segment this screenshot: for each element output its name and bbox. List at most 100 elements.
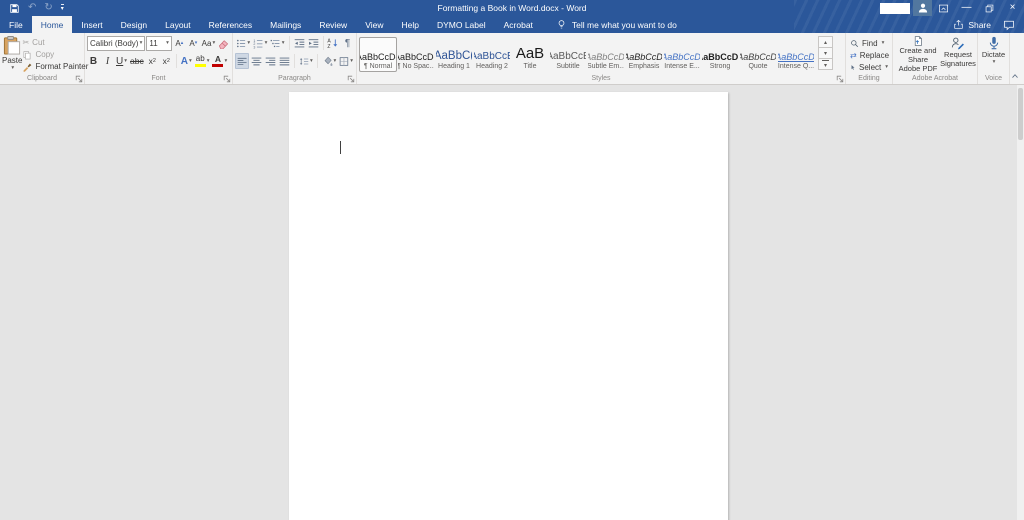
style-name: Heading 1	[438, 63, 470, 70]
paste-label: Paste	[2, 56, 22, 65]
text-effects-button[interactable]: A▾	[180, 53, 193, 69]
align-center-button[interactable]	[250, 53, 263, 69]
multilevel-list-button[interactable]: ▾	[269, 35, 285, 51]
italic-button[interactable]: I	[101, 53, 114, 69]
style-no-spacing[interactable]: AaBbCcDc¶ No Spac...	[397, 37, 435, 72]
line-spacing-button[interactable]: ▾	[298, 53, 314, 69]
tab-view[interactable]: View	[356, 16, 392, 33]
paragraph-dialog-launcher[interactable]	[347, 75, 355, 83]
styles-dialog-launcher[interactable]	[836, 75, 844, 83]
paste-button[interactable]: Paste ▾	[2, 34, 22, 72]
request-signatures-button[interactable]: Request Signatures	[941, 34, 975, 73]
clipboard-dialog-launcher[interactable]	[75, 75, 83, 83]
styles-gallery-more-button[interactable]: ▾	[818, 58, 833, 70]
style-name: Subtitle	[556, 63, 579, 70]
tab-design[interactable]: Design	[112, 16, 156, 33]
undo-icon[interactable]: ↶	[28, 3, 36, 13]
tab-acrobat[interactable]: Acrobat	[495, 16, 542, 33]
copy-label: Copy	[35, 50, 54, 59]
replace-button[interactable]: ⇄ Replace	[850, 49, 888, 61]
tab-help[interactable]: Help	[392, 16, 427, 33]
signin-name-box[interactable]	[880, 3, 910, 14]
format-painter-button[interactable]: Format Painter	[22, 61, 88, 72]
align-left-icon	[237, 56, 247, 67]
numbering-button[interactable]: ▾	[252, 35, 268, 51]
superscript-button[interactable]: x2	[160, 53, 173, 69]
document-page[interactable]	[289, 92, 728, 520]
collapse-ribbon-button[interactable]	[1010, 71, 1020, 81]
copy-button[interactable]: Copy	[22, 49, 88, 60]
ribbon-display-options-button[interactable]	[932, 0, 955, 16]
align-left-button[interactable]	[235, 53, 249, 69]
style-heading-2[interactable]: AaBbCcEHeading 2	[473, 37, 511, 72]
align-center-icon	[251, 56, 262, 67]
request-signatures-icon	[951, 36, 965, 50]
bold-button[interactable]: B	[87, 53, 100, 69]
tab-home[interactable]: Home	[32, 16, 73, 33]
customize-qat-icon[interactable]: ▾	[61, 4, 64, 12]
style-strong[interactable]: AaBbCcDcStrong	[701, 37, 739, 72]
style-name: Strong	[710, 63, 731, 70]
redo-icon[interactable]: ↻	[44, 3, 52, 13]
tab-dymo-label[interactable]: DYMO Label	[428, 16, 495, 33]
find-icon	[850, 39, 859, 48]
restore-button[interactable]	[978, 0, 1001, 16]
style-name: Subtle Em...	[587, 63, 625, 70]
style-title[interactable]: AaBTitle	[511, 37, 549, 72]
highlight-dropdown-icon: ▾	[207, 58, 210, 64]
tab-review[interactable]: Review	[310, 16, 356, 33]
style-intense-quote[interactable]: AaBbCcDiIntense Q...	[777, 37, 815, 72]
tab-file[interactable]: File	[0, 16, 32, 33]
tab-insert[interactable]: Insert	[72, 16, 111, 33]
sort-button[interactable]	[326, 35, 340, 51]
find-button[interactable]: Find ▾	[850, 37, 888, 49]
style-subtle-emphasis[interactable]: AaBbCcDiSubtle Em...	[587, 37, 625, 72]
font-size-combo[interactable]: 11 ▾	[146, 36, 171, 51]
style-normal[interactable]: AaBbCcDc¶ Normal	[359, 37, 397, 72]
clear-formatting-button[interactable]	[217, 35, 230, 51]
style-sample: AaBbCcE	[549, 43, 587, 62]
highlight-button[interactable]: ab ▾	[194, 53, 211, 69]
close-button[interactable]: ×	[1001, 0, 1024, 16]
minimize-button[interactable]: —	[955, 0, 978, 16]
select-button[interactable]: Select ▾	[850, 61, 888, 73]
group-styles: AaBbCcDc¶ Normal AaBbCcDc¶ No Spac... Aa…	[357, 33, 846, 84]
scrollbar-thumb[interactable]	[1018, 88, 1023, 140]
font-dialog-launcher[interactable]	[223, 75, 231, 83]
save-icon[interactable]	[9, 3, 20, 14]
strikethrough-button[interactable]: abc	[129, 53, 145, 69]
shrink-font-button[interactable]: A▾	[187, 35, 200, 51]
shading-button[interactable]: ▾	[321, 53, 338, 69]
account-avatar[interactable]	[913, 0, 932, 16]
change-case-button[interactable]: Aa▾	[201, 35, 216, 51]
font-color-button[interactable]: A ▾	[211, 53, 228, 69]
tab-references[interactable]: References	[200, 16, 261, 33]
style-sample: AaB	[516, 43, 544, 62]
style-quote[interactable]: AaBbCcDiQuote	[739, 37, 777, 72]
tab-mailings[interactable]: Mailings	[261, 16, 310, 33]
style-subtitle[interactable]: AaBbCcESubtitle	[549, 37, 587, 72]
find-dropdown-icon: ▾	[882, 40, 885, 46]
style-heading-1[interactable]: AaBbC(Heading 1	[435, 37, 473, 72]
font-name-combo[interactable]: Calibri (Body) ▾	[87, 36, 145, 51]
grow-font-button[interactable]: A▴	[173, 35, 186, 51]
justify-button[interactable]	[278, 53, 291, 69]
create-share-pdf-button[interactable]: Create and Share Adobe PDF	[895, 34, 941, 73]
borders-button[interactable]: ▾	[338, 53, 354, 69]
style-intense-emphasis[interactable]: AaBbCcDiIntense E...	[663, 37, 701, 72]
align-right-button[interactable]	[264, 53, 277, 69]
style-emphasis[interactable]: AaBbCcDiEmphasis	[625, 37, 663, 72]
tell-me-box[interactable]: Tell me what you want to do	[548, 16, 685, 33]
vertical-scrollbar[interactable]	[1017, 85, 1024, 520]
copy-icon	[22, 50, 32, 60]
increase-indent-button[interactable]	[307, 35, 320, 51]
show-formatting-marks-button[interactable]: ¶	[341, 35, 354, 51]
subscript-button[interactable]: x2	[146, 53, 159, 69]
bullets-button[interactable]: ▾	[235, 35, 251, 51]
line-spacing-dropdown-icon: ▾	[310, 58, 313, 64]
cut-button[interactable]: ✂ Cut	[22, 37, 88, 48]
decrease-indent-button[interactable]	[293, 35, 306, 51]
tab-layout[interactable]: Layout	[156, 16, 200, 33]
dictate-button[interactable]: Dictate ▾	[980, 34, 1007, 66]
underline-button[interactable]: U▾	[115, 53, 128, 69]
